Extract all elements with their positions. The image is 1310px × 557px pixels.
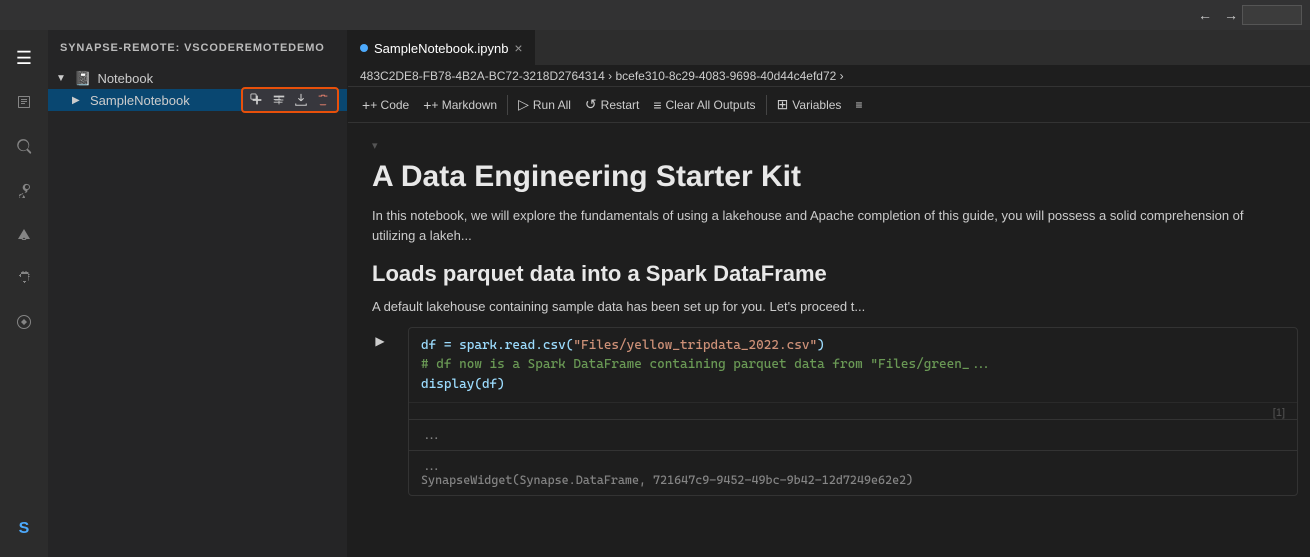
restart-button[interactable]: ↺ Restart [579,93,645,116]
cell-gutter: ▶ [360,327,400,497]
notebook-main-title: A Data Engineering Starter Kit [372,160,1286,194]
add-markdown-cell-button[interactable] [269,91,289,109]
forward-button[interactable]: → [1220,5,1242,25]
notebook-file-icon: 📓 [74,70,91,87]
notebook-toolbar: + + Code + + Markdown ▷ Run All ↺ Restar… [348,87,1310,123]
title-bar-search [1242,5,1302,25]
title-bar-nav[interactable]: ← → [1194,5,1242,25]
activity-remote-icon[interactable] [4,302,44,342]
activity-explorer-icon[interactable] [4,82,44,122]
table-icon: ⊞ [777,96,789,113]
activity-search-icon[interactable] [4,126,44,166]
notebook-description-text: A default lakehouse containing sample da… [372,297,1286,317]
ellipsis-icon: ≡ [855,98,862,112]
activity-source-control-icon[interactable] [4,170,44,210]
cell-output-1: ... [409,419,1297,450]
toolbar-separator-2 [766,95,767,115]
collapse-chevron[interactable]: ▾ [372,139,378,152]
breadcrumb: 483C2DE8-FB78-4B2A-BC72-3218D2764314 › b… [348,65,1310,87]
code-cell-1: ▶ df = spark.read.csv("Files/yellow_trip… [348,327,1310,497]
cell-number: [1] [1273,407,1285,419]
notebook-subtitle: Loads parquet data into a Spark DataFram… [372,261,1286,287]
code-line-1: df = spark.read.csv("Files/yellow_tripda… [421,336,1285,356]
toolbar-separator-1 [507,95,508,115]
activity-extensions-icon[interactable] [4,258,44,298]
run-all-icon: ▷ [518,96,529,113]
delete-notebook-button[interactable] [313,91,333,109]
cell-body[interactable]: df = spark.read.csv("Files/yellow_tripda… [408,327,1298,497]
notebook-area: SampleNotebook.ipynb × 483C2DE8-FB78-4B2… [348,30,1310,557]
sidebar-item-notebook[interactable]: ▼ 📓 Notebook [48,67,347,89]
main-layout: ☰ S SYNAPSE-REMOTE: VSCODEREMOTEDEMO [0,30,1310,557]
sidebar: SYNAPSE-REMOTE: VSCODEREMOTEDEMO ▼ 📓 Not… [48,30,348,557]
add-code-toolbar-button[interactable]: + + Code [356,94,415,116]
cell-run-button[interactable]: ▶ [370,331,390,351]
activity-deploy-icon[interactable] [4,214,44,254]
add-code-cell-button[interactable] [247,91,267,109]
plus-icon: + [362,97,370,113]
tab-dot [360,44,368,52]
tab-close-button[interactable]: × [514,40,522,56]
sidebar-section-notebook: ▼ 📓 Notebook ▶ SampleNotebook [48,65,347,113]
notebook-content: ▾ A Data Engineering Starter Kit In this… [348,123,1310,557]
code-line-3: display(df) [421,375,1285,395]
notebook-intro-text: In this notebook, we will explore the fu… [372,206,1286,245]
back-button[interactable]: ← [1194,5,1216,25]
tab-bar: SampleNotebook.ipynb × [348,30,1310,65]
restart-icon: ↺ [585,96,597,113]
clear-icon: ≡ [653,97,661,113]
cell-output-2: ... SynapseWidget(Synapse.DataFrame, 721… [409,450,1297,495]
output-widget: SynapseWidget(Synapse.DataFrame, 721647c… [421,473,1285,487]
chevron-right-icon: ▶ [72,95,84,106]
title-bar: ← → [0,0,1310,30]
export-notebook-button[interactable] [291,91,311,109]
sidebar-header: SYNAPSE-REMOTE: VSCODEREMOTEDEMO [48,30,347,65]
add-markdown-toolbar-button[interactable]: + + Markdown [417,94,503,116]
action-btn-group [241,87,339,113]
code-content: df = spark.read.csv("Files/yellow_tripda… [409,328,1297,403]
variables-button[interactable]: ⊞ Variables [771,93,848,116]
code-line-2: # df now is a Spark DataFrame containing… [421,355,1285,375]
cell-footer: [1] [409,402,1297,419]
activity-synapse-icon[interactable]: S [4,509,44,549]
clear-outputs-button[interactable]: ≡ Clear All Outputs [647,94,761,116]
sidebar-item-samplenotebook[interactable]: ▶ SampleNotebook [48,89,347,111]
markdown-section-1: ▾ A Data Engineering Starter Kit In this… [348,139,1310,317]
activity-menu-icon[interactable]: ☰ [4,38,44,78]
output-dots-1: ... [421,428,1285,442]
tab-label: SampleNotebook.ipynb [374,41,508,56]
chevron-down-icon: ▼ [56,73,68,84]
activity-bar: ☰ S [0,30,48,557]
run-all-button[interactable]: ▷ Run All [512,93,577,116]
more-options-button[interactable]: ≡ [849,95,868,115]
notebook-actions [241,87,339,113]
output-dots-2: ... [421,459,1285,473]
plus-markdown-icon: + [423,97,431,113]
tab-samplenotebook[interactable]: SampleNotebook.ipynb × [348,30,535,65]
